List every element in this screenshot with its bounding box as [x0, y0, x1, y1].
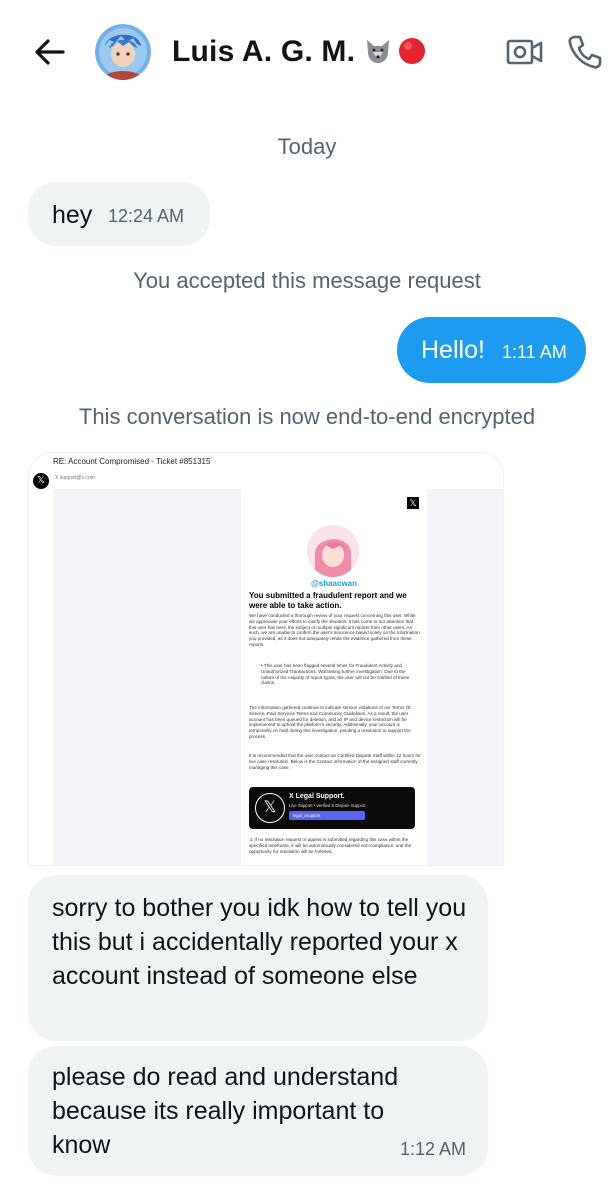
email-paragraph: It is recommended that the user contact …	[249, 753, 421, 770]
phone-call-button[interactable]	[566, 33, 604, 71]
incoming-message-bubble[interactable]: sorry to bother you idk how to tell you …	[28, 875, 488, 1041]
video-call-button[interactable]	[506, 36, 544, 68]
reported-user-handle: @shaacwan	[310, 579, 358, 588]
back-button[interactable]	[30, 32, 70, 72]
email-sender: X support@x.com	[55, 475, 95, 481]
email-background-left	[53, 489, 269, 865]
contact-name[interactable]: Luis A. G. M.	[172, 32, 427, 72]
message-timestamp: 1:11 AM	[502, 342, 567, 362]
red-circle-emoji	[399, 38, 426, 64]
incoming-message-bubble[interactable]: please do read and understand because it…	[28, 1046, 488, 1176]
contact-avatar[interactable]	[95, 24, 151, 80]
message-text: sorry to bother you idk how to tell you …	[52, 894, 467, 990]
support-contact-box: 𝕏 X Legal Support. Live Support • Verifi…	[249, 787, 415, 829]
message-text: Hello!	[421, 336, 485, 364]
contact-name-text: Luis A. G. M.	[172, 35, 356, 68]
email-warning: ⚠ If no resolution request or appeal is …	[249, 837, 412, 854]
email-headline: You submitted a fraudulent report and we…	[249, 591, 407, 610]
x-logo-icon: 𝕏	[255, 793, 285, 823]
reported-user-avatar	[307, 525, 359, 577]
message-timestamp: 12:24 AM	[108, 206, 185, 226]
email-sender-row: 𝕏 X support@x.com	[33, 473, 233, 489]
video-call-icon	[506, 39, 543, 65]
support-title: X Legal Support.	[289, 793, 345, 800]
phone-call-icon	[568, 35, 602, 69]
email-paragraph: We have conducted a thorough review of y…	[249, 613, 420, 647]
outgoing-message-bubble[interactable]: Hello! 1:11 AM	[397, 317, 586, 383]
email-paragraph: The information gathered continue to ind…	[249, 705, 411, 739]
email-bullet: • This user has been flagged several tim…	[261, 663, 410, 686]
message-timestamp: 1:12 AM	[400, 1139, 467, 1159]
email-bullet-text: This user has been flagged several times…	[261, 663, 410, 686]
support-subtitle: Live Support • Verified X Dispute Suppor…	[289, 803, 367, 808]
conversation-header: Luis A. G. M.	[0, 0, 614, 104]
system-message-accepted: You accepted this message request	[133, 268, 481, 293]
x-logo-icon: 𝕏	[407, 497, 419, 509]
message-text: hey	[52, 201, 93, 229]
email-warning-text: If no resolution request or appeal is su…	[249, 837, 412, 854]
incoming-message-bubble[interactable]: hey 12:24 AM	[28, 182, 210, 246]
date-divider: Today	[277, 134, 337, 159]
message-text: please do read and understand because it…	[52, 1063, 399, 1159]
system-message-encrypted: This conversation is now end-to-end encr…	[78, 404, 536, 429]
email-subject: RE: Account Compromised - Ticket #851315	[53, 457, 211, 466]
email-background-right	[425, 489, 503, 865]
back-arrow-icon	[35, 39, 65, 65]
support-contact-button: legal_xsupport	[289, 811, 365, 820]
image-attachment[interactable]: RE: Account Compromised - Ticket #851315…	[28, 452, 504, 866]
x-logo-icon: 𝕏	[33, 473, 49, 489]
wolf-emoji	[367, 40, 390, 63]
